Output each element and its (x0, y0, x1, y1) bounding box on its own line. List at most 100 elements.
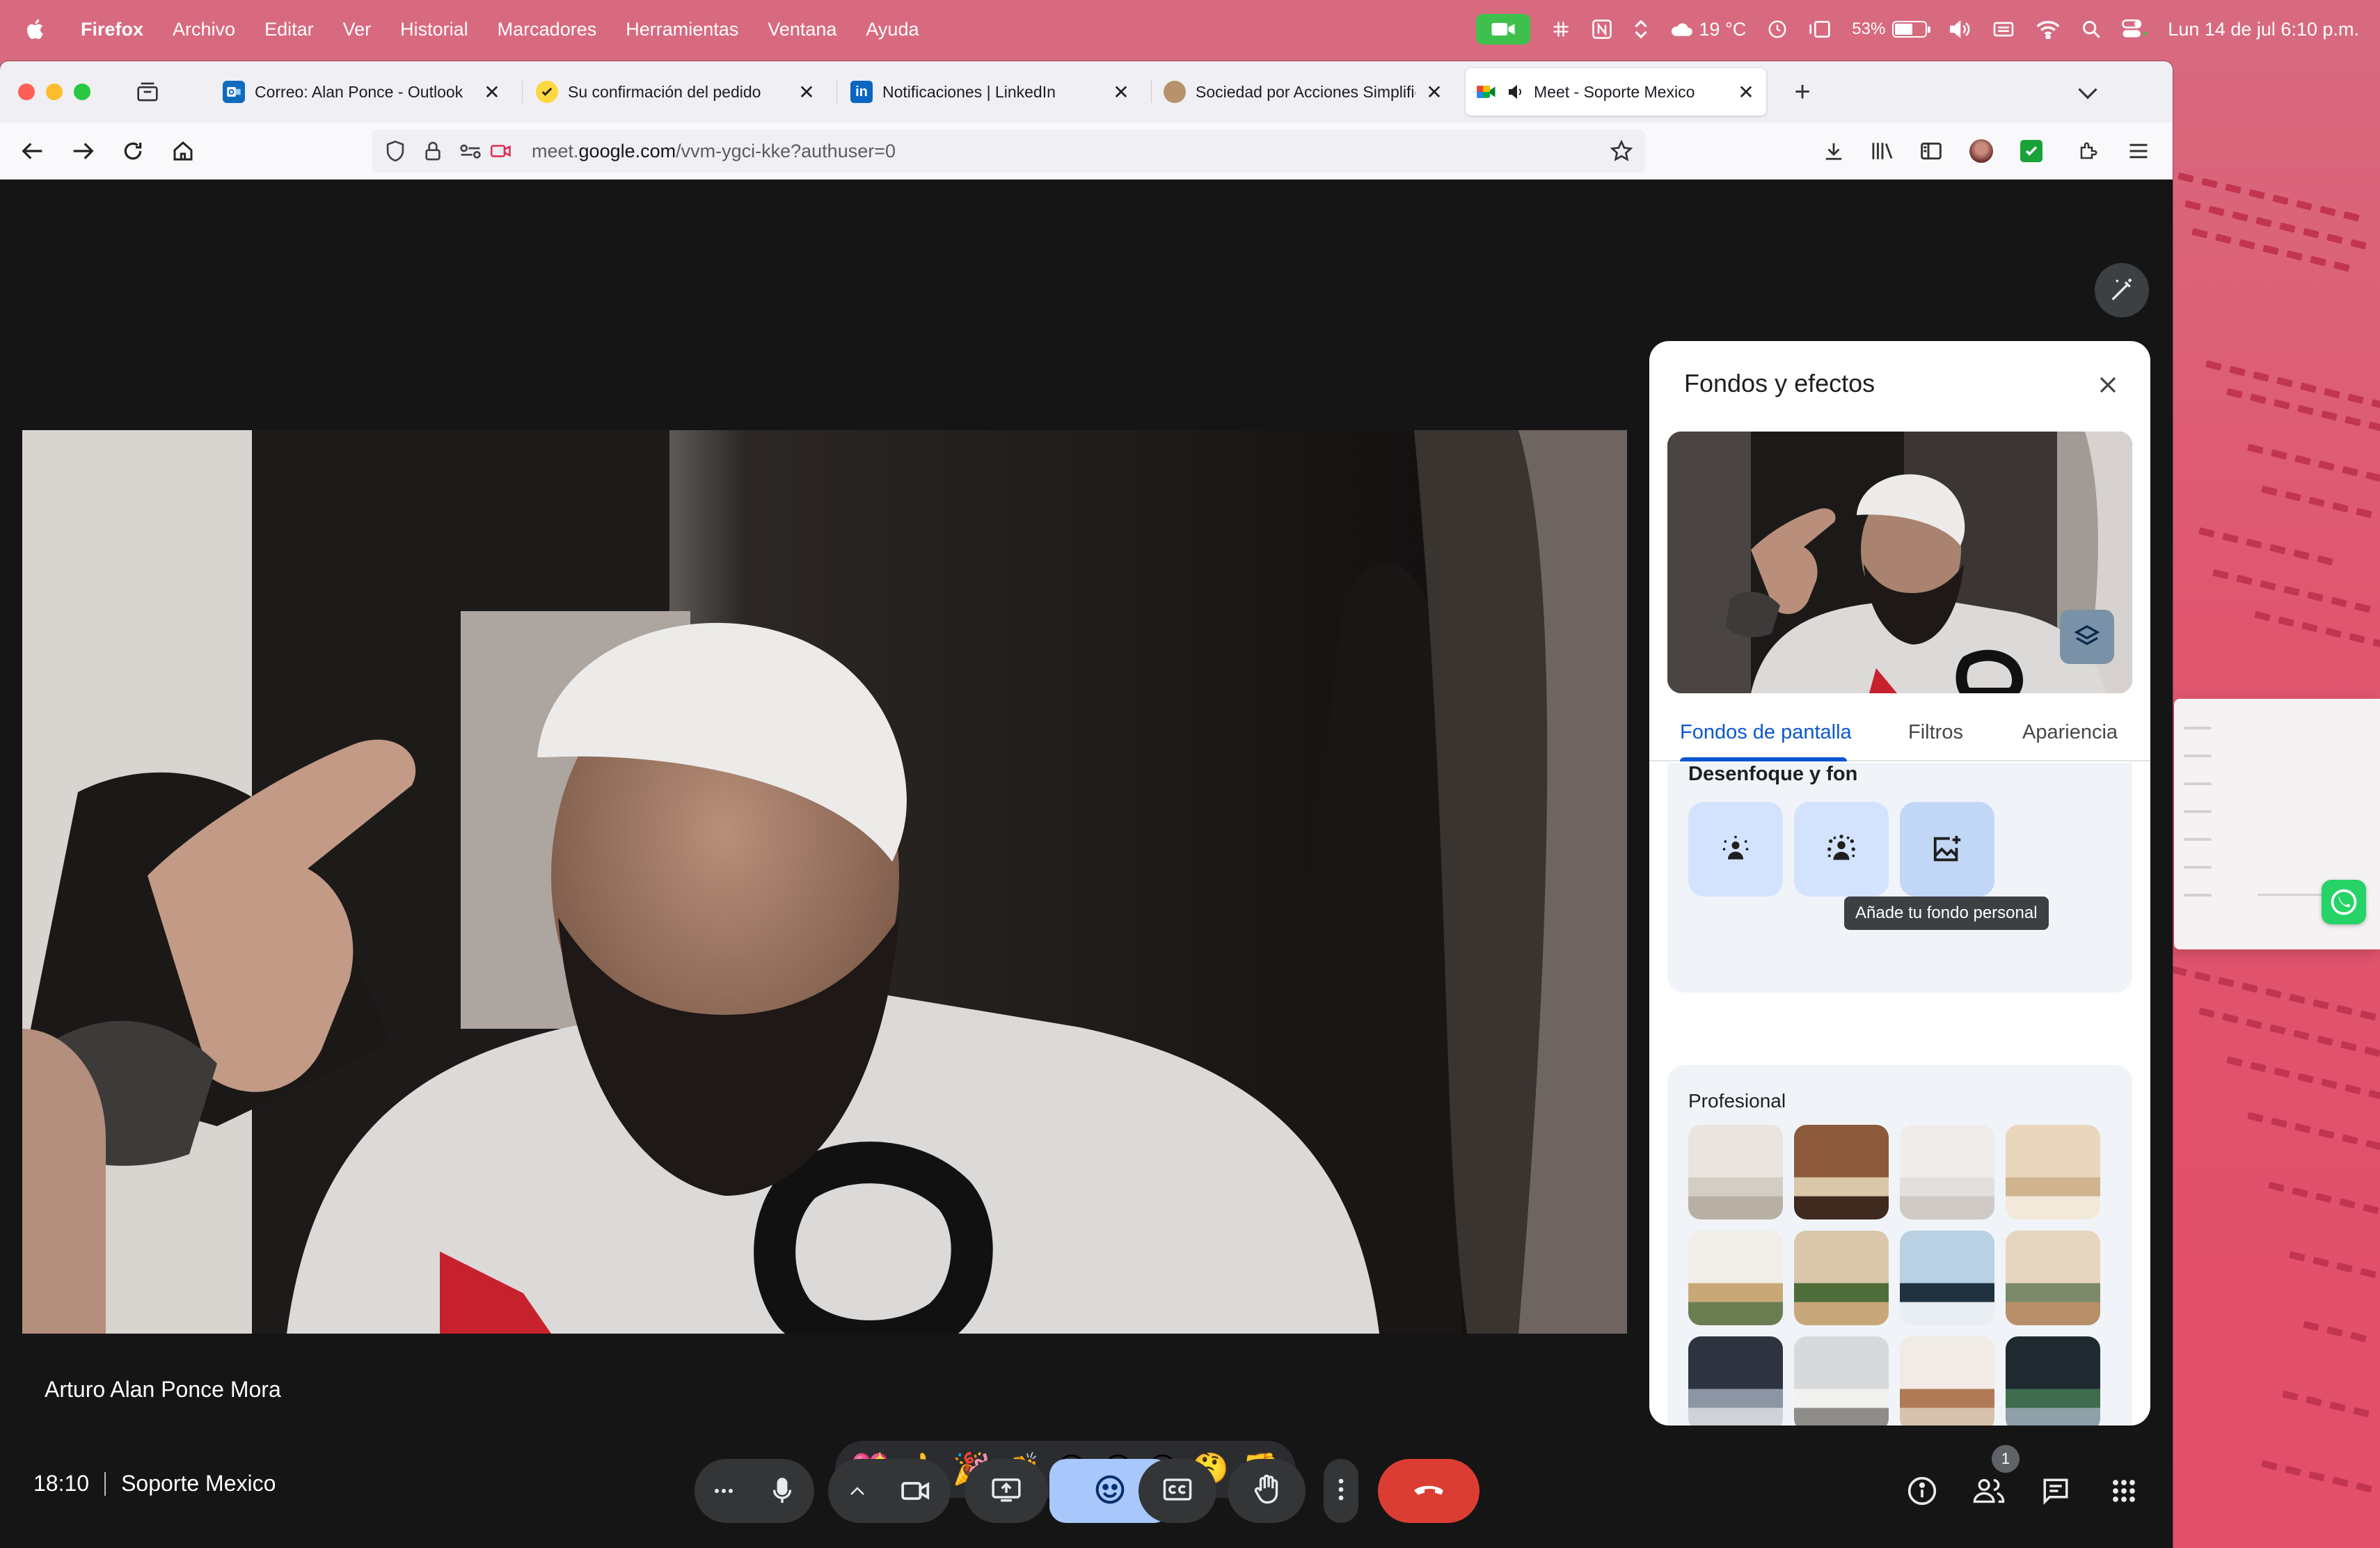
volume-icon[interactable] (1948, 0, 1972, 58)
minimize-window-button[interactable] (46, 84, 63, 100)
menu-archivo[interactable]: Archivo (173, 19, 235, 40)
tab-sociedad[interactable]: Sociedad por Acciones Simplific ✕ (1154, 68, 1454, 116)
background-thumbnail[interactable] (1688, 1336, 1783, 1425)
menu-historial[interactable]: Historial (400, 19, 468, 40)
home-icon[interactable] (167, 135, 199, 167)
bookmark-star-icon[interactable] (1608, 137, 1635, 165)
extensions-puzzle-icon[interactable] (2072, 135, 2104, 167)
more-audio-options-icon[interactable] (695, 1459, 753, 1523)
battery-icon[interactable] (1892, 0, 1931, 58)
raise-hand-button[interactable] (1228, 1459, 1306, 1523)
background-thumbnail[interactable] (1794, 1336, 1889, 1425)
tab-filters[interactable]: Filtros (1908, 703, 1963, 761)
forward-arrow-icon[interactable] (67, 135, 99, 167)
activities-grid-icon[interactable] (2104, 1471, 2143, 1510)
meeting-name[interactable]: Soporte Mexico (121, 1471, 276, 1496)
lock-icon[interactable] (419, 137, 447, 165)
whatsapp-icon[interactable] (2322, 880, 2366, 924)
menu-app-name[interactable]: Firefox (81, 19, 143, 40)
tab-close-icon[interactable]: ✕ (1736, 81, 1756, 103)
info-icon[interactable] (1903, 1471, 1942, 1510)
outlook-icon (223, 81, 245, 103)
leave-call-button[interactable] (1378, 1459, 1479, 1523)
firefox-view-icon[interactable] (134, 78, 161, 106)
meet-camera-active-icon[interactable] (1476, 0, 1531, 58)
time-machine-icon[interactable] (1767, 0, 1788, 58)
sort-icon[interactable] (1633, 0, 1649, 58)
present-screen-button[interactable] (965, 1459, 1048, 1523)
speaker-audio-icon[interactable] (1507, 81, 1525, 103)
downloads-icon[interactable] (1818, 135, 1850, 167)
keyboard-icon[interactable] (1992, 0, 2015, 58)
slight-blur-button[interactable] (1688, 802, 1783, 897)
menubar-datetime[interactable]: Lun 14 de jul 6:10 p.m. (2168, 19, 2359, 40)
background-thumbnail[interactable] (2006, 1336, 2100, 1425)
firefox-window: Correo: Alan Ponce - Outlook ✕ Su confir… (0, 61, 2173, 1548)
weather-icon[interactable] (1669, 0, 1693, 58)
back-arrow-icon[interactable] (17, 135, 49, 167)
sidebar-icon[interactable] (1915, 135, 1947, 167)
menu-ver[interactable]: Ver (343, 19, 372, 40)
tab-outlook[interactable]: Correo: Alan Ponce - Outlook ✕ (213, 68, 512, 116)
layers-icon[interactable] (2060, 610, 2114, 664)
background-thumbnail[interactable] (1688, 1231, 1783, 1325)
tab-linkedin[interactable]: in Notificaciones | LinkedIn ✕ (841, 68, 1141, 116)
wifi-icon[interactable] (2036, 0, 2061, 58)
tab-meet[interactable]: Meet - Soporte Mexico ✕ (1466, 68, 1766, 116)
library-icon[interactable] (1866, 135, 1898, 167)
control-center-icon[interactable] (2122, 0, 2148, 58)
blur-button[interactable] (1794, 802, 1889, 897)
url-bar[interactable]: meet.google.com/vvm-ygci-kke?authuser=0 (372, 129, 1645, 173)
background-thumbnail[interactable] (1900, 1231, 1994, 1325)
url-text[interactable]: meet.google.com/vvm-ygci-kke?authuser=0 (532, 141, 896, 162)
background-thumbnail[interactable] (1900, 1125, 1994, 1219)
menu-ventana[interactable]: Ventana (768, 19, 836, 40)
add-background-button[interactable] (1900, 802, 1994, 897)
stage-manager-icon[interactable] (1809, 0, 1831, 58)
meet-icon (1475, 81, 1498, 103)
background-thumbnail[interactable] (1900, 1336, 1994, 1425)
tab-title: Correo: Alan Ponce - Outlook (255, 82, 463, 101)
weather-temp[interactable]: 19 °C (1699, 19, 1746, 40)
magic-wand-effects-icon[interactable] (2095, 263, 2149, 317)
menu-editar[interactable]: Editar (264, 19, 314, 40)
extension-checkmark-icon[interactable] (2015, 135, 2047, 167)
permissions-icon[interactable] (457, 137, 484, 165)
captions-button[interactable] (1139, 1459, 1216, 1523)
people-icon[interactable] (1969, 1471, 2008, 1510)
close-icon[interactable] (2091, 368, 2125, 402)
tab-close-icon[interactable]: ✕ (1111, 81, 1132, 103)
tab-close-icon[interactable]: ✕ (482, 81, 502, 103)
zoom-window-button[interactable] (74, 84, 90, 100)
close-window-button[interactable] (18, 84, 35, 100)
account-avatar-icon[interactable] (1965, 135, 1997, 167)
tracking-shield-icon[interactable] (381, 137, 409, 165)
hamburger-menu-icon[interactable] (2123, 135, 2155, 167)
more-options-button[interactable] (1324, 1459, 1358, 1523)
slack-icon[interactable] (1551, 0, 1571, 58)
tab-close-icon[interactable]: ✕ (1424, 81, 1445, 103)
background-thumbnail[interactable] (1794, 1125, 1889, 1219)
new-tab-plus-icon[interactable]: + (1787, 77, 1818, 107)
background-thumbnail[interactable] (2006, 1125, 2100, 1219)
apple-logo-icon[interactable] (24, 17, 54, 41)
background-thumbnail[interactable] (1688, 1125, 1783, 1219)
microphone-icon[interactable] (753, 1459, 811, 1523)
tab-appearance[interactable]: Apariencia (2022, 703, 2118, 761)
chevron-up-icon[interactable] (828, 1459, 887, 1523)
menu-herramientas[interactable]: Herramientas (626, 19, 738, 40)
chat-icon[interactable] (2036, 1471, 2075, 1510)
notion-icon[interactable] (1592, 0, 1612, 58)
background-thumbnail[interactable] (2006, 1231, 2100, 1325)
tab-wallpapers[interactable]: Fondos de pantalla (1680, 703, 1852, 761)
chevron-down-icon[interactable] (2072, 78, 2103, 109)
camera-icon[interactable] (887, 1459, 945, 1523)
menu-ayuda[interactable]: Ayuda (866, 19, 919, 40)
menu-marcadores[interactable]: Marcadores (498, 19, 597, 40)
spotlight-icon[interactable] (2081, 0, 2101, 58)
camera-sharing-icon[interactable] (487, 137, 515, 165)
reload-icon[interactable] (117, 135, 149, 167)
tab-order-confirmation[interactable]: Su confirmación del pedido ✕ (526, 68, 827, 116)
background-thumbnail[interactable] (1794, 1231, 1889, 1325)
tab-close-icon[interactable]: ✕ (796, 81, 817, 103)
